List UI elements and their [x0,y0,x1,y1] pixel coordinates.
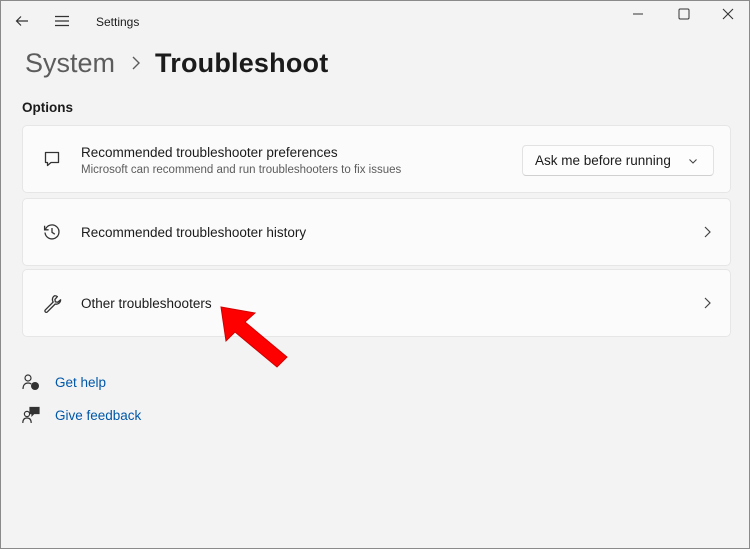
card-title-preferences: Recommended troubleshooter preferences [81,145,338,160]
maximize-button[interactable] [669,3,699,25]
preferences-dropdown[interactable]: Ask me before running [522,145,714,176]
minimize-button[interactable] [623,3,653,25]
navigation-menu-button[interactable] [51,10,73,32]
breadcrumb: System Troubleshoot [25,45,328,81]
card-other-troubleshooters[interactable]: Other troubleshooters [22,269,731,337]
card-troubleshooter-history[interactable]: Recommended troubleshooter history [22,198,731,266]
card-troubleshooter-preferences: Recommended troubleshooter preferences M… [22,125,731,193]
help-person-icon: ? [21,372,41,392]
back-arrow-icon [15,16,28,26]
wrench-icon [41,292,63,314]
chevron-right-icon [700,296,714,310]
page-title: Troubleshoot [155,47,329,78]
give-feedback-label: Give feedback [55,407,142,423]
close-icon [722,8,734,20]
card-title-other: Other troubleshooters [81,296,212,311]
chevron-right-icon [700,225,714,239]
history-icon [41,221,63,243]
maximize-icon [678,8,690,20]
chat-bubble-icon [41,148,63,170]
title-bar: Settings [1,1,749,43]
feedback-person-icon [21,405,41,425]
settings-window: Settings System Troubleshoot Options Rec… [0,0,750,549]
chevron-down-icon [687,155,699,167]
minimize-icon [633,13,643,15]
give-feedback-link[interactable]: Give feedback [21,405,141,425]
close-button[interactable] [713,3,743,25]
card-description-preferences: Microsoft can recommend and run troubles… [81,164,402,176]
back-button[interactable] [11,10,33,32]
dropdown-selected-value: Ask me before running [535,153,671,168]
breadcrumb-system[interactable]: System [25,48,115,79]
get-help-label: Get help [55,374,107,390]
card-title-history: Recommended troubleshooter history [81,225,307,240]
annotation-arrow-icon [220,306,288,368]
hamburger-icon [55,15,69,27]
section-label-options: Options [22,100,73,115]
window-title: Settings [96,15,140,29]
svg-text:?: ? [33,383,37,390]
get-help-link[interactable]: ? Get help [21,372,106,392]
breadcrumb-chevron-icon [131,55,141,71]
